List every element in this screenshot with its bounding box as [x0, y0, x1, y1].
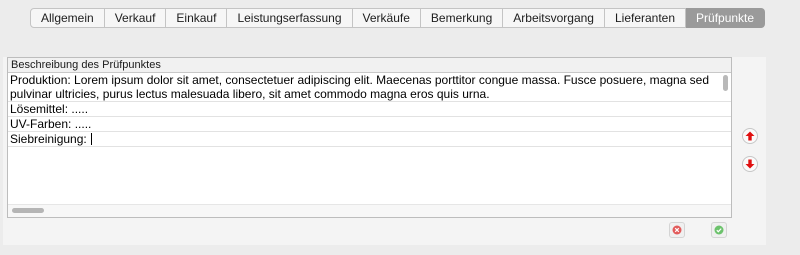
- table-row-editing[interactable]: Siebreinigung:: [8, 132, 731, 147]
- move-up-button[interactable]: [742, 128, 758, 144]
- tab-leistungserfassung[interactable]: Leistungserfassung: [227, 8, 353, 28]
- vertical-scroll-thumb[interactable]: [723, 75, 728, 91]
- tab-bar: Allgemein Verkauf Einkauf Leistungserfas…: [30, 8, 766, 28]
- confirm-icon: [714, 225, 724, 235]
- column-header-description[interactable]: Beschreibung des Prüfpunktes: [8, 58, 731, 73]
- delete-button[interactable]: [669, 222, 685, 238]
- tab-verkaeufe[interactable]: Verkäufe: [352, 8, 421, 28]
- vertical-scrollbar[interactable]: [722, 75, 729, 207]
- row-text[interactable]: Siebreinigung:: [10, 132, 90, 146]
- row-text: Lösemittel: .....: [10, 102, 89, 116]
- table-rows: Produktion: Lorem ipsum dolor sit amet, …: [8, 73, 731, 147]
- tab-bemerkung[interactable]: Bemerkung: [420, 8, 504, 28]
- row-text: Produktion: Lorem ipsum dolor sit amet, …: [10, 73, 710, 101]
- table-row[interactable]: UV-Farben: .....: [8, 117, 731, 132]
- arrow-down-icon: [745, 159, 755, 169]
- tab-einkauf[interactable]: Einkauf: [166, 8, 228, 28]
- tab-allgemein[interactable]: Allgemein: [30, 8, 105, 28]
- table-row[interactable]: Produktion: Lorem ipsum dolor sit amet, …: [8, 73, 731, 102]
- tab-lieferanten[interactable]: Lieferanten: [604, 8, 687, 28]
- delete-icon: [672, 225, 682, 235]
- checkpoint-table: Beschreibung des Prüfpunktes Produktion:…: [7, 57, 732, 218]
- confirm-button[interactable]: [711, 222, 727, 238]
- table-row[interactable]: Lösemittel: .....: [8, 102, 731, 117]
- row-text: UV-Farben: .....: [10, 117, 92, 131]
- arrow-up-icon: [745, 131, 755, 141]
- horizontal-scroll-thumb[interactable]: [12, 208, 44, 213]
- tab-pruefpunkte[interactable]: Prüfpunkte: [686, 8, 766, 28]
- text-caret: [91, 133, 93, 145]
- move-down-button[interactable]: [742, 156, 758, 172]
- tab-arbeitsvorgang[interactable]: Arbeitsvorgang: [503, 8, 605, 28]
- horizontal-scrollbar[interactable]: [8, 204, 731, 217]
- tab-verkauf[interactable]: Verkauf: [104, 8, 167, 28]
